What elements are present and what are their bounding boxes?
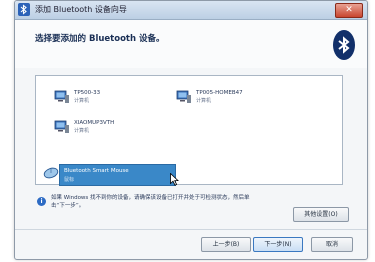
device-type: 鼠标 — [64, 177, 75, 183]
bluetooth-app-icon — [18, 3, 30, 16]
info-icon: i — [37, 197, 46, 206]
header-area: 选择要添加的 Bluetooth 设备。 — [15, 20, 367, 68]
device-item-selected[interactable]: Bluetooth Smart Mouse 鼠标 — [59, 164, 176, 186]
close-button[interactable]: ✕ — [335, 3, 363, 18]
computer-icon — [176, 90, 191, 103]
mouse-icon — [43, 167, 59, 179]
computer-icon — [54, 90, 69, 103]
page-heading: 选择要添加的 Bluetooth 设备。 — [35, 34, 165, 44]
device-name: TP500-33 — [74, 90, 101, 96]
device-type: 计算机 — [196, 98, 212, 104]
next-button[interactable]: 下一步(N) — [253, 237, 303, 252]
footer-divider — [15, 229, 367, 230]
device-name: Bluetooth Smart Mouse — [64, 168, 129, 174]
title-bar: 添加 Bluetooth 设备向导 ✕ — [15, 1, 367, 20]
other-settings-button[interactable]: 其他设置(O) — [293, 207, 349, 222]
device-type: 计算机 — [74, 128, 90, 134]
bluetooth-wizard-window: 添加 Bluetooth 设备向导 ✕ 选择要添加的 Bluetooth 设备。… — [14, 0, 368, 260]
back-button[interactable]: 上一步(B) — [201, 237, 251, 252]
device-list[interactable]: TP500-33 计算机 TP005-HOMEB47 计算机 XIAOMUP3V… — [35, 75, 343, 186]
device-name: TP005-HOMEB47 — [196, 90, 243, 96]
computer-icon — [54, 120, 69, 133]
info-message: 如果 Windows 找不到你的设备，请确保该设备已打开并处于可检测状态，然后单… — [51, 195, 250, 209]
window-title: 添加 Bluetooth 设备向导 — [35, 5, 127, 14]
device-type: 计算机 — [74, 98, 90, 104]
cancel-button[interactable]: 取消 — [311, 237, 353, 252]
device-name: XIAOMUP3VTH — [74, 120, 115, 126]
bluetooth-logo-icon — [333, 30, 355, 60]
mouse-cursor-icon — [170, 173, 179, 186]
